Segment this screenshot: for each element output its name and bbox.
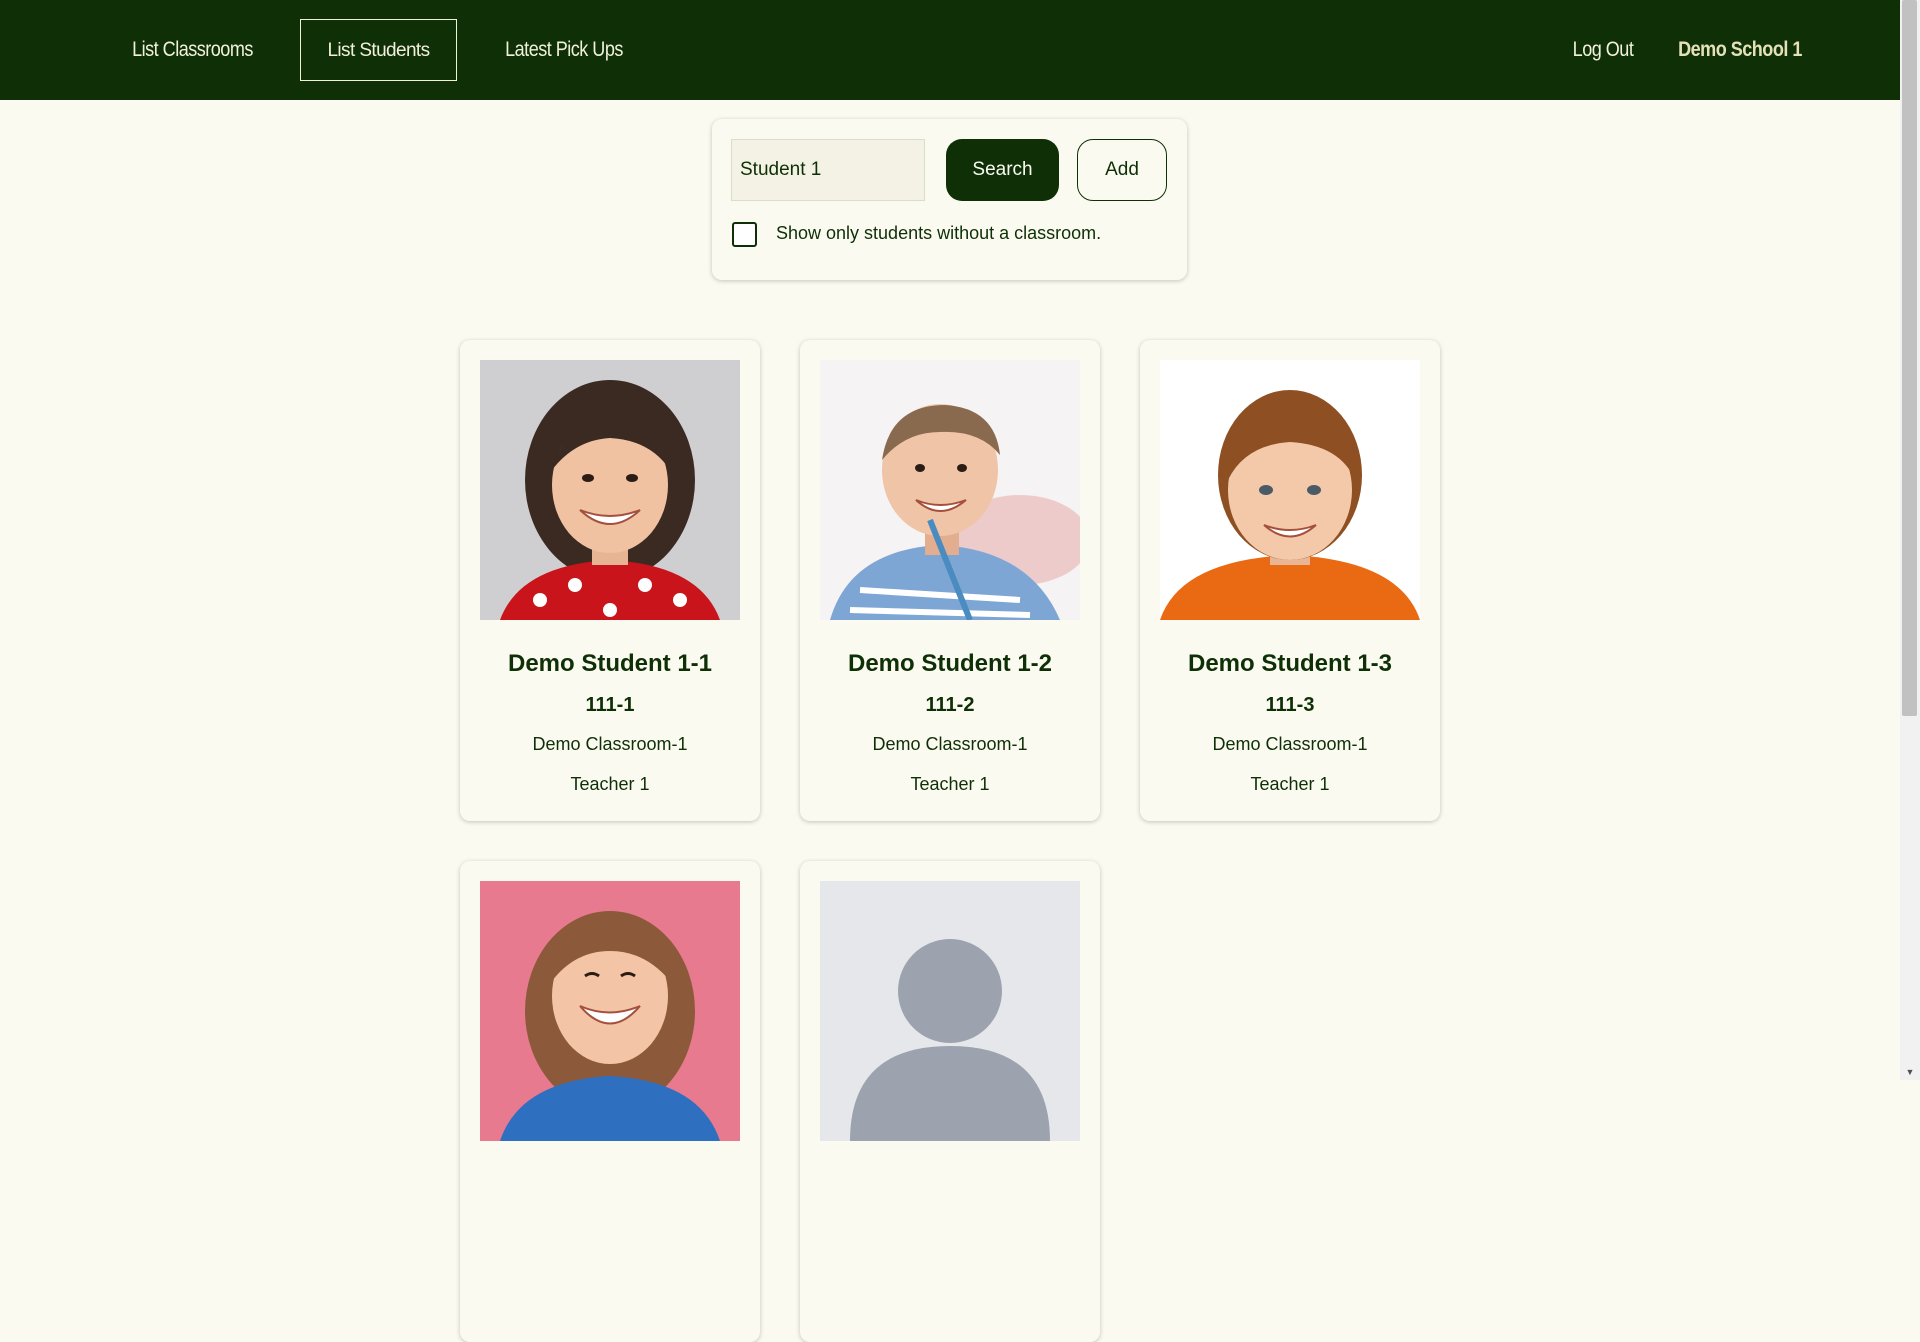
no-classroom-filter-checkbox[interactable]	[732, 222, 757, 247]
student-teacher: Teacher 1	[910, 774, 990, 794]
scroll-down-arrow-icon[interactable]: ▼	[1900, 1064, 1920, 1080]
student-card[interactable]: Demo Student 1-2 111-2 Demo Classroom-1 …	[800, 340, 1100, 821]
scroll-thumb[interactable]	[1902, 0, 1917, 716]
student-teacher: Teacher 1	[1250, 774, 1330, 794]
school-name[interactable]: Demo School 1	[1676, 19, 1805, 81]
student-classroom: Demo Classroom-1	[872, 734, 1028, 754]
search-input[interactable]	[731, 139, 925, 201]
student-id: 111-3	[1265, 694, 1315, 716]
student-card[interactable]: Demo Student 1-3 111-3 Demo Classroom-1 …	[1140, 340, 1440, 821]
search-panel: Search Add Show only students without a …	[712, 119, 1187, 280]
student-classroom: Demo Classroom-1	[1212, 734, 1368, 754]
student-id: 111-2	[925, 694, 975, 716]
student-photo	[1160, 360, 1420, 620]
student-card[interactable]	[460, 861, 760, 1342]
student-name: Demo Student 1-3	[1187, 650, 1393, 677]
search-button[interactable]: Search	[946, 139, 1059, 201]
student-photo	[480, 881, 740, 1141]
nav-latest-pickups[interactable]: Latest Pick Ups	[505, 19, 623, 81]
placeholder-avatar-icon	[820, 881, 1080, 1141]
student-id: 111-1	[585, 694, 635, 716]
student-teacher: Teacher 1	[570, 774, 650, 794]
add-button[interactable]: Add	[1077, 139, 1167, 201]
student-classroom: Demo Classroom-1	[532, 734, 688, 754]
filter-label: Show only students without a classroom.	[776, 223, 1102, 243]
top-navbar: List Classrooms List Students Latest Pic…	[0, 0, 1900, 100]
student-name: Demo Student 1-2	[847, 650, 1053, 677]
nav-list-students[interactable]: List Students	[300, 19, 457, 81]
nav-logout[interactable]: Log Out	[1566, 19, 1640, 81]
nav-list-classrooms[interactable]: List Classrooms	[130, 19, 255, 81]
student-photo	[480, 360, 740, 620]
student-card[interactable]	[800, 861, 1100, 1342]
student-photo	[820, 360, 1080, 620]
student-name: Demo Student 1-1	[507, 650, 713, 677]
student-card[interactable]: Demo Student 1-1 111-1 Demo Classroom-1 …	[460, 340, 760, 821]
